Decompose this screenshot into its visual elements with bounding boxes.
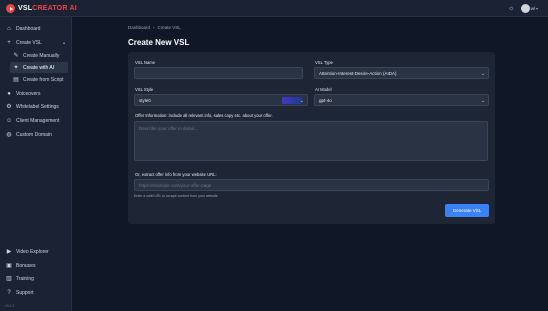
sidebar-item-custom-domain[interactable]: ◍ Custom Domain bbox=[3, 129, 69, 140]
gear-icon: ⚙ bbox=[6, 103, 12, 110]
sidebar-item-support[interactable]: ? Support bbox=[3, 287, 69, 298]
breadcrumb-home[interactable]: Dashboard bbox=[128, 25, 150, 30]
offer-info-label: Offer Information: include all relevant … bbox=[135, 113, 273, 118]
book-icon: ▥ bbox=[6, 275, 12, 282]
sidebar-item-label: Whitelabel Settings bbox=[16, 103, 59, 110]
chevron-down-icon: ⌄ bbox=[480, 98, 485, 104]
top-bar: VSLCREATOR AI ☼ wl ▾ bbox=[0, 0, 548, 17]
sidebar-item-label: Voiceovers bbox=[16, 90, 41, 97]
ai-model-label: AI Model bbox=[315, 87, 332, 92]
home-icon: ⌂ bbox=[7, 25, 11, 32]
chevron-down-icon: ▾ bbox=[535, 6, 538, 11]
generate-vsl-button[interactable]: Generate VSL bbox=[445, 204, 489, 217]
play-logo-icon bbox=[6, 4, 15, 13]
vsl-style-label: VSL Style bbox=[135, 87, 154, 92]
breadcrumb: Dashboard › Create VSL bbox=[128, 25, 181, 30]
user-name: wl bbox=[530, 6, 535, 11]
user-menu[interactable]: wl ▾ bbox=[520, 4, 538, 13]
vsl-style-select[interactable]: style0 ⌄ bbox=[134, 94, 308, 106]
sidebar-item-label: Dashboard bbox=[16, 25, 41, 32]
plus-icon: + bbox=[7, 39, 11, 46]
create-vsl-form: VSL Name VSL Type Attention-Interest-Des… bbox=[128, 52, 495, 224]
sidebar: ⌂ Dashboard + Create VSL ▴ ✎ Create Manu… bbox=[0, 17, 72, 311]
sidebar-item-label: Training bbox=[16, 275, 34, 282]
sidebar-item-training[interactable]: ▥ Training bbox=[3, 273, 69, 284]
sidebar-item-client-management[interactable]: ☺ Client Management bbox=[3, 115, 69, 126]
gift-icon: ▣ bbox=[6, 262, 12, 269]
video-icon: ▶ bbox=[6, 248, 12, 255]
version-label: v0.1.1 bbox=[5, 304, 15, 308]
vsl-type-select[interactable]: Attention-Interest-Desire-Action (AIDA) … bbox=[314, 67, 489, 79]
sidebar-item-label: Create with AI bbox=[23, 64, 55, 71]
chevron-down-icon: ⌄ bbox=[480, 71, 485, 77]
brand-logo-link[interactable]: VSLCREATOR AI bbox=[6, 3, 77, 14]
brand-name: VSLCREATOR AI bbox=[18, 5, 77, 12]
users-icon: ☺ bbox=[5, 117, 13, 124]
website-url-input[interactable]: https://example.com/your-offer-page bbox=[134, 179, 489, 191]
sidebar-item-label: Create from Script bbox=[23, 76, 64, 83]
sidebar-item-voiceovers[interactable]: ● Voiceovers bbox=[3, 88, 69, 99]
breadcrumb-separator: › bbox=[153, 25, 155, 30]
sidebar-item-label: Support bbox=[16, 289, 34, 296]
sidebar-item-label: Create Manually bbox=[23, 52, 60, 59]
sidebar-item-label: Client Management bbox=[16, 117, 60, 124]
microphone-icon: ● bbox=[7, 90, 11, 97]
website-url-hint: Enter a valid URL to scrape content from… bbox=[134, 194, 218, 198]
edit-icon: ✎ bbox=[13, 52, 19, 59]
sidebar-item-video-explorer[interactable]: ▶ Video Explorer bbox=[3, 246, 69, 257]
help-icon: ? bbox=[7, 289, 11, 296]
sidebar-item-label: Video Explorer bbox=[16, 248, 49, 255]
main-content: Dashboard › Create VSL Create New VSL VS… bbox=[72, 17, 548, 311]
brand-name-part2: CREATOR AI bbox=[32, 5, 77, 12]
ai-model-select[interactable]: gpt-4o ⌄ bbox=[314, 94, 489, 106]
breadcrumb-current: Create VSL bbox=[157, 25, 181, 30]
sidebar-item-create-with-ai[interactable]: ✦ Create with AI bbox=[10, 62, 68, 73]
globe-icon: ◍ bbox=[6, 131, 12, 138]
vsl-name-input[interactable] bbox=[134, 67, 303, 79]
document-icon: ▤ bbox=[13, 76, 19, 83]
offer-info-textarea[interactable]: Describe your offer in detail... bbox=[134, 121, 488, 161]
sidebar-item-label: Bonuses bbox=[16, 262, 36, 269]
website-url-placeholder: https://example.com/your-offer-page bbox=[139, 182, 212, 188]
sidebar-item-label: Create VSL bbox=[16, 39, 42, 46]
avatar bbox=[520, 4, 530, 13]
vsl-type-label: VSL Type bbox=[315, 60, 333, 65]
sidebar-item-dashboard[interactable]: ⌂ Dashboard bbox=[3, 23, 69, 34]
offer-info-placeholder: Describe your offer in detail... bbox=[139, 126, 198, 131]
sidebar-item-create-vsl[interactable]: + Create VSL ▴ bbox=[3, 37, 69, 48]
website-url-label: Or, extract offer info from your website… bbox=[135, 172, 217, 177]
sparkle-icon: ✦ bbox=[13, 64, 19, 71]
sidebar-item-bonuses[interactable]: ▣ Bonuses bbox=[3, 260, 69, 271]
sidebar-item-label: Custom Domain bbox=[16, 131, 52, 138]
sun-icon[interactable]: ☼ bbox=[508, 5, 515, 12]
page-title: Create New VSL bbox=[128, 38, 190, 47]
brand-name-part1: VSL bbox=[18, 5, 33, 12]
sidebar-item-create-manually[interactable]: ✎ Create Manually bbox=[10, 50, 68, 61]
vsl-type-value: Attention-Interest-Desire-Action (AIDA) bbox=[319, 70, 397, 76]
ai-model-value: gpt-4o bbox=[319, 97, 332, 103]
vsl-style-value: style0 bbox=[139, 97, 151, 103]
vsl-name-label: VSL Name bbox=[135, 60, 156, 65]
sidebar-item-whitelabel-settings[interactable]: ⚙ Whitelabel Settings bbox=[3, 101, 69, 112]
chevron-up-icon: ▴ bbox=[62, 40, 65, 45]
sidebar-item-create-from-script[interactable]: ▤ Create from Script bbox=[10, 74, 68, 85]
chevron-down-icon: ⌄ bbox=[299, 98, 304, 104]
